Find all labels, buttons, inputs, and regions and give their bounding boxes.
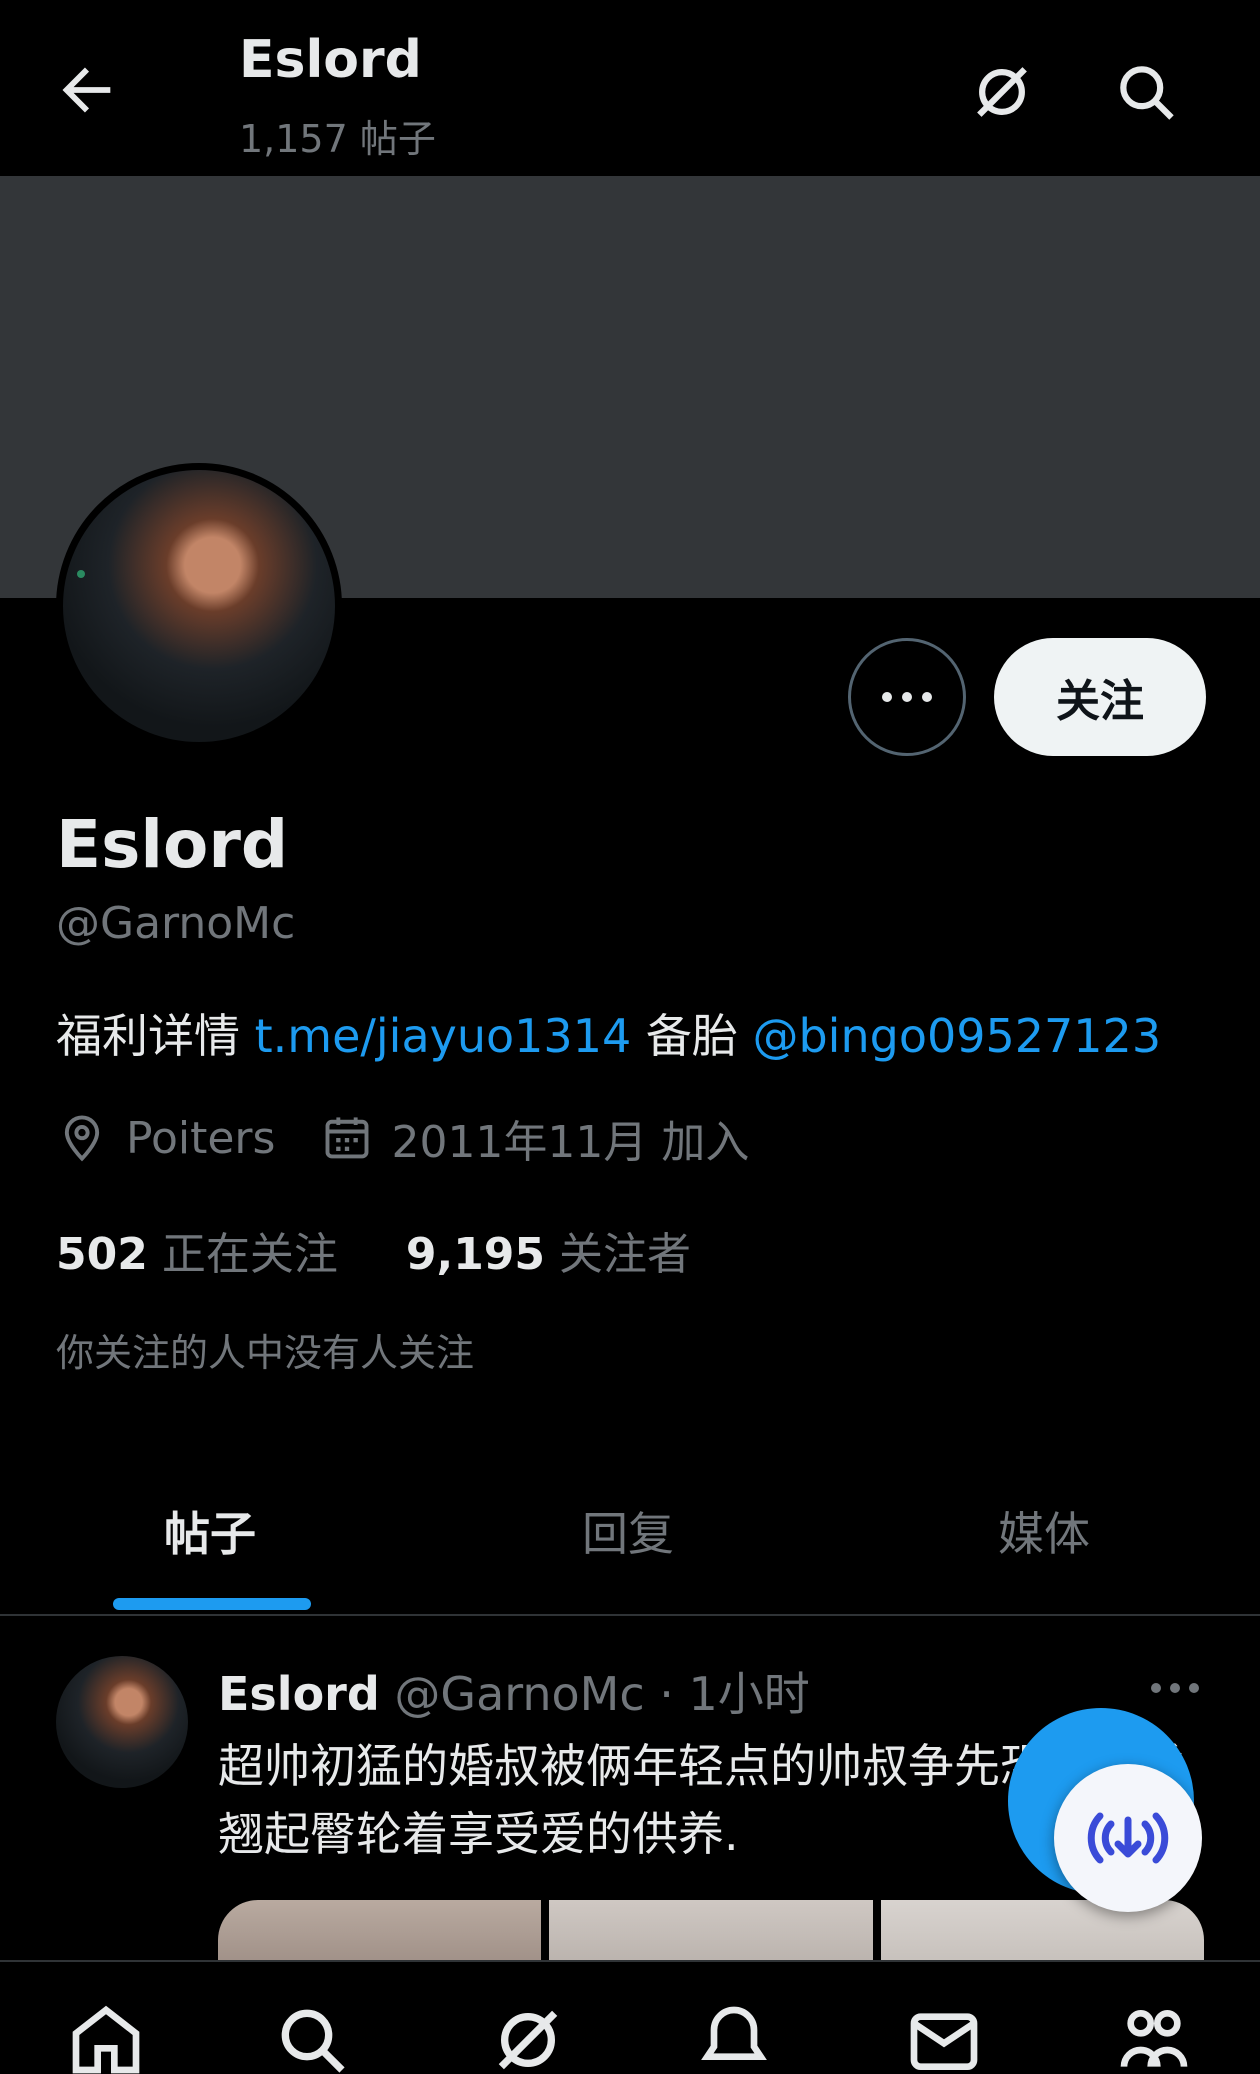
profile-bio: 福利详情 t.me/jiayuo1314 备胎 @bingo09527123 (56, 1000, 1161, 1066)
post-more-icon[interactable] (1148, 1678, 1202, 1698)
profile-handle: @GarnoMc (56, 898, 296, 949)
calendar-icon (326, 1117, 369, 1159)
profile-location: Poiters (126, 1112, 276, 1164)
tab-posts[interactable]: 帖子 (164, 1498, 256, 1564)
bio-text: 福利详情 (56, 1009, 255, 1063)
post-avatar[interactable] (56, 1656, 188, 1788)
download-icon (1087, 1812, 1169, 1864)
profile-joined-date: 2011年11月 加入 (391, 1117, 750, 1168)
post-header: Eslord @GarnoMc · 1小时 (218, 1658, 810, 1724)
tab-replies[interactable]: 回复 (582, 1498, 674, 1564)
post-author-handle: @GarnoMc (394, 1667, 645, 1721)
bio-text: 备胎 (631, 1009, 753, 1063)
messages-icon[interactable] (904, 2000, 984, 2074)
active-tab-indicator (113, 1598, 311, 1610)
follow-button[interactable]: 关注 (994, 638, 1206, 756)
ellipsis-icon (882, 692, 932, 702)
communities-icon[interactable] (1114, 2000, 1194, 2074)
social-context: 你关注的人中没有人关注 (56, 1331, 475, 1375)
follow-counts: 502 正在关注 9,195 关注者 (56, 1218, 759, 1282)
home-icon[interactable] (66, 2000, 146, 2074)
following-count: 502 (56, 1229, 148, 1280)
bottom-navigation (0, 1960, 1260, 2074)
arrow-left-icon[interactable] (52, 55, 122, 125)
grok-icon[interactable] (968, 58, 1036, 126)
top-bar: Eslord 1,157 帖子 (0, 0, 1260, 176)
post-time: · 1小时 (659, 1667, 810, 1721)
profile-tabs: 帖子 回复 媒体 (0, 1460, 1260, 1616)
notifications-icon[interactable] (694, 2000, 774, 2074)
search-icon[interactable] (272, 2000, 352, 2074)
profile-name: Eslord (56, 806, 289, 883)
grok-icon[interactable] (488, 2000, 568, 2074)
followers-count: 9,195 (405, 1229, 546, 1280)
tab-media[interactable]: 媒体 (998, 1498, 1090, 1564)
following-link[interactable]: 502 正在关注 (56, 1218, 338, 1282)
post-author-name[interactable]: Eslord (218, 1667, 380, 1721)
bio-mention-link[interactable]: @bingo09527123 (752, 1009, 1161, 1063)
header-title: Eslord (239, 30, 422, 90)
followers-label: 关注者 (559, 1229, 692, 1280)
download-overlay-button[interactable] (1054, 1764, 1202, 1912)
profile-avatar[interactable] (56, 463, 342, 749)
location-pin-icon (64, 1115, 100, 1162)
followers-link[interactable]: 9,195 关注者 (406, 1218, 691, 1282)
profile-meta: Poiters 2011年11月 加入 (56, 1108, 749, 1168)
search-icon[interactable] (1112, 58, 1180, 126)
following-label: 正在关注 (161, 1229, 338, 1280)
header-post-count: 1,157 帖子 (239, 117, 436, 161)
more-options-button[interactable] (848, 638, 966, 756)
bio-link-telegram[interactable]: t.me/jiayuo1314 (255, 1009, 632, 1063)
